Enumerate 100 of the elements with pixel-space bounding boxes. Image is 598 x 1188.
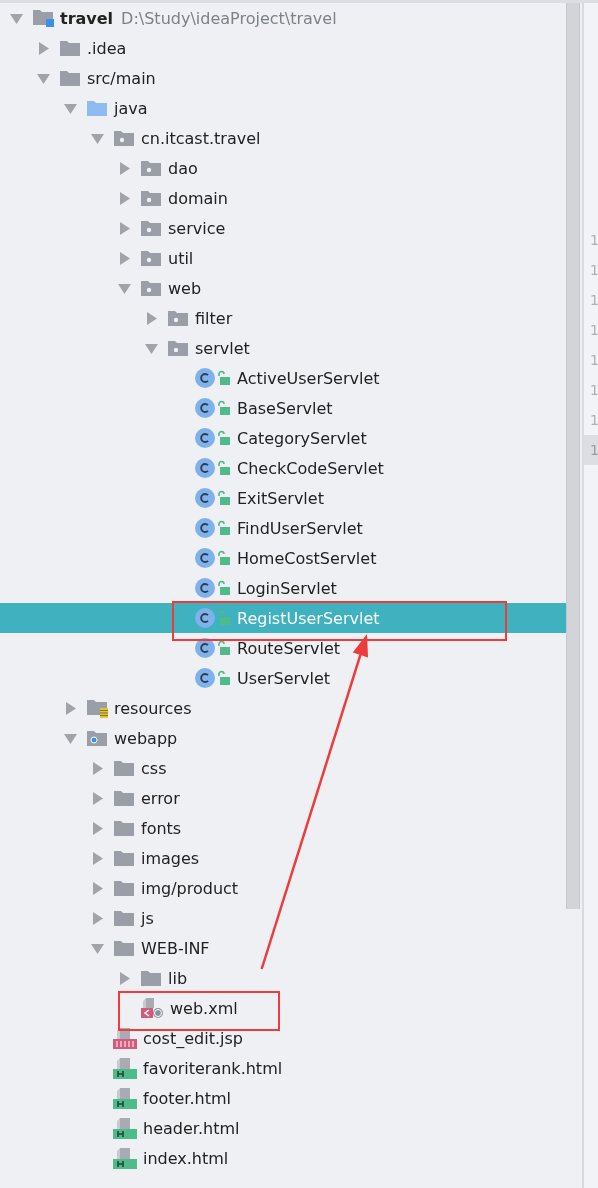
tree-item[interactable]: CategoryServlet (0, 423, 566, 453)
lock-icon (217, 640, 231, 656)
class-icon (194, 517, 216, 539)
line-number: 1 (589, 231, 598, 250)
tree-item[interactable]: ActiveUserServlet (0, 363, 566, 393)
html-file-icon (113, 1056, 137, 1080)
tree-item[interactable]: dao (0, 153, 566, 183)
expand-arrow-icon[interactable] (91, 761, 104, 775)
expand-arrow-icon[interactable] (118, 221, 131, 235)
tree-item[interactable]: js (0, 903, 566, 933)
folder-icon (113, 938, 135, 958)
tree-item[interactable]: domain (0, 183, 566, 213)
tree-item[interactable]: travel D:\Study\ideaProject\travel (0, 3, 566, 33)
line-number: 1 (589, 351, 598, 370)
tree-item[interactable]: util (0, 243, 566, 273)
tree-item[interactable]: filter (0, 303, 566, 333)
collapse-arrow-icon[interactable] (91, 941, 104, 955)
tree-item[interactable]: css (0, 753, 566, 783)
package-folder-icon (140, 218, 162, 238)
scrollbar-thumb[interactable] (566, 3, 580, 909)
folder-icon (86, 98, 108, 118)
tree-item[interactable]: img/product (0, 873, 566, 903)
expand-arrow-icon[interactable] (64, 701, 77, 715)
tree-item[interactable]: HomeCostServlet (0, 543, 566, 573)
tree-item[interactable]: fonts (0, 813, 566, 843)
lock-icon (217, 460, 231, 476)
jsp-file-icon (113, 1026, 137, 1050)
line-number: 1 (589, 321, 598, 340)
expand-arrow-icon[interactable] (91, 851, 104, 865)
tree-item[interactable]: images (0, 843, 566, 873)
collapse-arrow-icon[interactable] (118, 281, 131, 295)
tree-item[interactable]: BaseServlet (0, 393, 566, 423)
tree-item[interactable]: UserServlet (0, 663, 566, 693)
collapse-arrow-icon[interactable] (91, 131, 104, 145)
expand-arrow-icon[interactable] (91, 791, 104, 805)
tree-item[interactable]: cost_edit.jsp (0, 1023, 566, 1053)
class-icon (194, 667, 216, 689)
class-icon (194, 397, 216, 419)
lock-icon (217, 610, 231, 626)
collapse-arrow-icon[interactable] (64, 731, 77, 745)
class-icon (194, 427, 216, 449)
line-number: 1 (589, 261, 598, 280)
expand-arrow-icon[interactable] (118, 161, 131, 175)
package-folder-icon (140, 248, 162, 268)
folder-icon (113, 818, 135, 838)
lock-icon (217, 400, 231, 416)
expand-arrow-icon[interactable] (118, 251, 131, 265)
collapse-arrow-icon[interactable] (145, 341, 158, 355)
tree-item[interactable]: cn.itcast.travel (0, 123, 566, 153)
tree-item[interactable]: web.xml (0, 993, 566, 1023)
folder-icon (113, 788, 135, 808)
tree-item[interactable]: LoginServlet (0, 573, 566, 603)
collapse-arrow-icon[interactable] (10, 11, 23, 25)
tree-item[interactable]: .idea (0, 33, 566, 63)
collapse-arrow-icon[interactable] (64, 101, 77, 115)
expand-arrow-icon[interactable] (91, 911, 104, 925)
project-path: D:\Study\ideaProject\travel (121, 8, 337, 28)
lock-icon (217, 580, 231, 596)
expand-arrow-icon[interactable] (37, 41, 50, 55)
html-file-icon (113, 1146, 137, 1170)
tree-item[interactable]: servlet (0, 333, 566, 363)
tree-item[interactable]: ExitServlet (0, 483, 566, 513)
lock-icon (217, 430, 231, 446)
tree-item[interactable]: resources (0, 693, 566, 723)
tree-item[interactable]: java (0, 93, 566, 123)
tree-item[interactable]: error (0, 783, 566, 813)
class-icon (194, 577, 216, 599)
tree-item[interactable]: web (0, 273, 566, 303)
tree-item[interactable]: index.html (0, 1143, 566, 1173)
folder-icon (59, 38, 81, 58)
tree-item[interactable]: src/main (0, 63, 566, 93)
lock-icon (217, 550, 231, 566)
expand-arrow-icon[interactable] (118, 971, 131, 985)
package-folder-icon (167, 338, 189, 358)
tree-item[interactable]: favoriterank.html (0, 1053, 566, 1083)
tree-item[interactable]: service (0, 213, 566, 243)
html-file-icon (113, 1086, 137, 1110)
class-icon (194, 367, 216, 389)
tree-item[interactable]: lib (0, 963, 566, 993)
tree-item[interactable]: FindUserServlet (0, 513, 566, 543)
tree-item[interactable]: footer.html (0, 1083, 566, 1113)
expand-arrow-icon[interactable] (145, 311, 158, 325)
tree-item[interactable]: CheckCodeServlet (0, 453, 566, 483)
web-folder-icon (86, 728, 108, 748)
tree-item[interactable]: RouteServlet (0, 633, 566, 663)
lock-icon (217, 670, 231, 686)
tree-item[interactable]: WEB-INF (0, 933, 566, 963)
expand-arrow-icon[interactable] (91, 881, 104, 895)
resources-folder-icon (86, 697, 108, 719)
line-number: 1 (589, 291, 598, 310)
expand-arrow-icon[interactable] (91, 821, 104, 835)
expand-arrow-icon[interactable] (118, 191, 131, 205)
tree-item[interactable]: header.html (0, 1113, 566, 1143)
tree-item[interactable]: webapp (0, 723, 566, 753)
folder-icon (113, 848, 135, 868)
folder-icon (113, 908, 135, 928)
line-number: 1 (589, 381, 598, 400)
line-number: 1 (589, 411, 598, 430)
package-folder-icon (140, 188, 162, 208)
collapse-arrow-icon[interactable] (37, 71, 50, 85)
